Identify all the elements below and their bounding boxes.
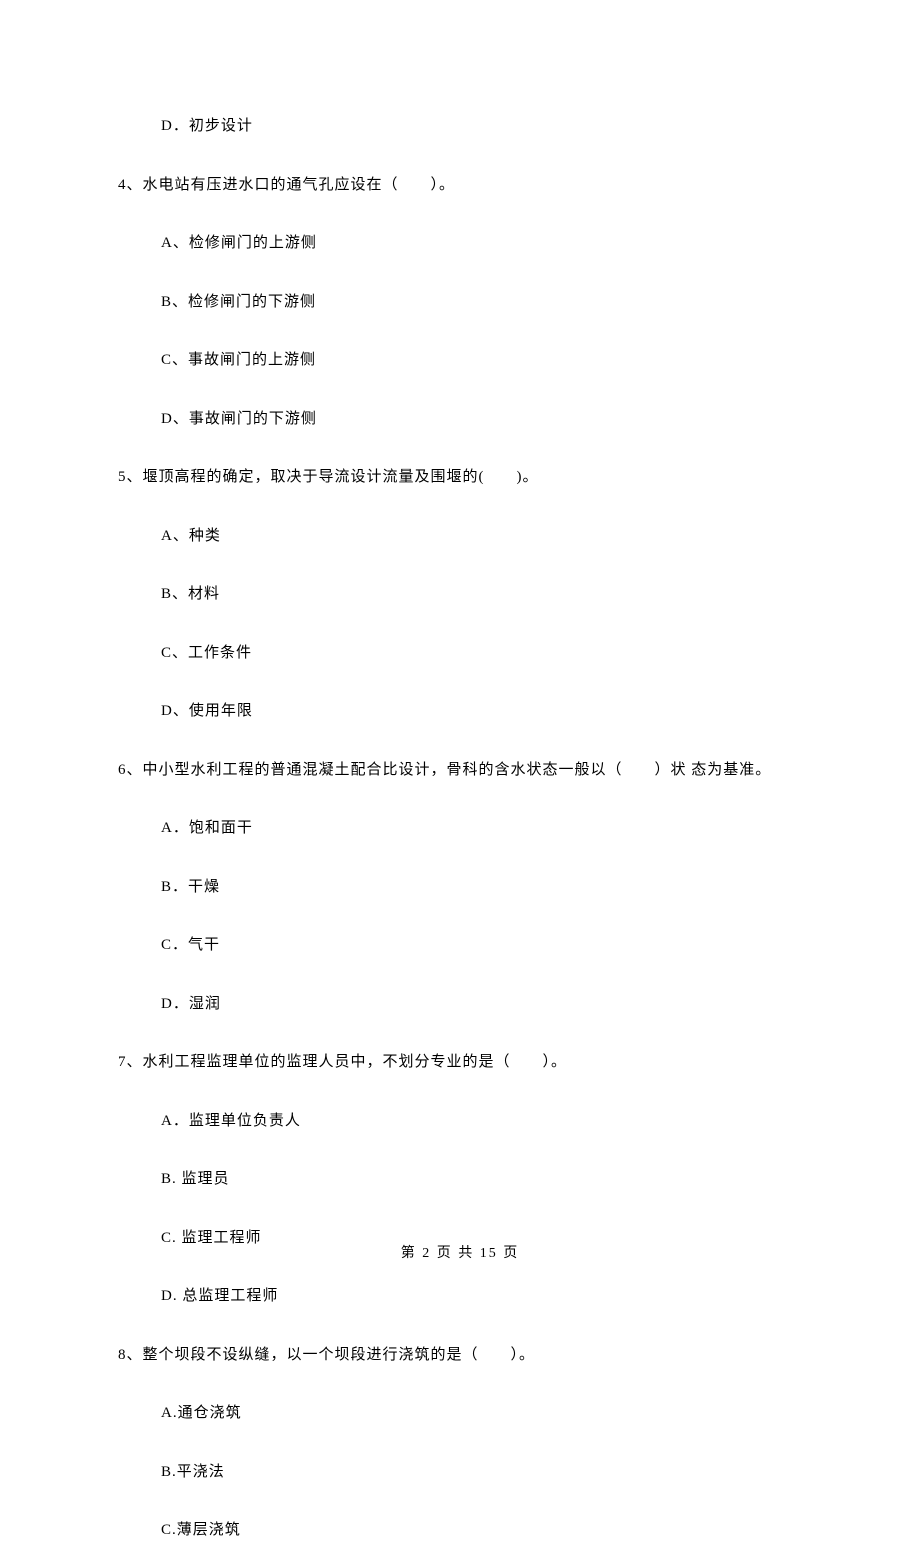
question-stem: 7、水利工程监理单位的监理人员中，不划分专业的是（ ）。 — [118, 1051, 802, 1074]
option-b: B、材料 — [161, 583, 802, 606]
option-d: D、事故闸门的下游侧 — [161, 408, 802, 431]
option-d: D．湿润 — [161, 993, 802, 1016]
question-5: 5、堰顶高程的确定，取决于导流设计流量及围堰的( )。 A、种类 B、材料 C、… — [118, 466, 802, 723]
option-d: D. 总监理工程师 — [161, 1285, 802, 1308]
question-options: A．监理单位负责人 B. 监理员 C. 监理工程师 D. 总监理工程师 — [118, 1110, 802, 1308]
page-footer: 第 2 页 共 15 页 — [0, 1242, 920, 1262]
question-options: A、种类 B、材料 C、工作条件 D、使用年限 — [118, 525, 802, 723]
question-options: A.通仓浇筑 B.平浇法 C.薄层浇筑 — [118, 1402, 802, 1542]
question-stem: 6、中小型水利工程的普通混凝土配合比设计，骨科的含水状态一般以（ ）状 态为基准… — [118, 759, 802, 782]
option-c: C．气干 — [161, 934, 802, 957]
option-a: A．饱和面干 — [161, 817, 802, 840]
option-b: B. 监理员 — [161, 1168, 802, 1191]
option-d: D、使用年限 — [161, 700, 802, 723]
option-b: B.平浇法 — [161, 1461, 802, 1484]
question-stem: 8、整个坝段不设纵缝，以一个坝段进行浇筑的是（ ）。 — [118, 1344, 802, 1367]
question-8: 8、整个坝段不设纵缝，以一个坝段进行浇筑的是（ ）。 A.通仓浇筑 B.平浇法 … — [118, 1344, 802, 1542]
page-content: D．初步设计 4、水电站有压进水口的通气孔应设在（ ）。 A、检修闸门的上游侧 … — [0, 0, 920, 1542]
option-c: C.薄层浇筑 — [161, 1519, 802, 1542]
orphan-option: D．初步设计 — [118, 115, 802, 138]
question-stem: 4、水电站有压进水口的通气孔应设在（ ）。 — [118, 174, 802, 197]
question-7: 7、水利工程监理单位的监理人员中，不划分专业的是（ ）。 A．监理单位负责人 B… — [118, 1051, 802, 1308]
option-b: B．干燥 — [161, 876, 802, 899]
option-a: A.通仓浇筑 — [161, 1402, 802, 1425]
option-c: C、工作条件 — [161, 642, 802, 665]
option-a: A．监理单位负责人 — [161, 1110, 802, 1133]
option-a: A、检修闸门的上游侧 — [161, 232, 802, 255]
question-options: A．饱和面干 B．干燥 C．气干 D．湿润 — [118, 817, 802, 1015]
option-a: A、种类 — [161, 525, 802, 548]
option-c: C、事故闸门的上游侧 — [161, 349, 802, 372]
question-4: 4、水电站有压进水口的通气孔应设在（ ）。 A、检修闸门的上游侧 B、检修闸门的… — [118, 174, 802, 431]
question-6: 6、中小型水利工程的普通混凝土配合比设计，骨科的含水状态一般以（ ）状 态为基准… — [118, 759, 802, 1016]
question-stem: 5、堰顶高程的确定，取决于导流设计流量及围堰的( )。 — [118, 466, 802, 489]
option-b: B、检修闸门的下游侧 — [161, 291, 802, 314]
question-options: A、检修闸门的上游侧 B、检修闸门的下游侧 C、事故闸门的上游侧 D、事故闸门的… — [118, 232, 802, 430]
